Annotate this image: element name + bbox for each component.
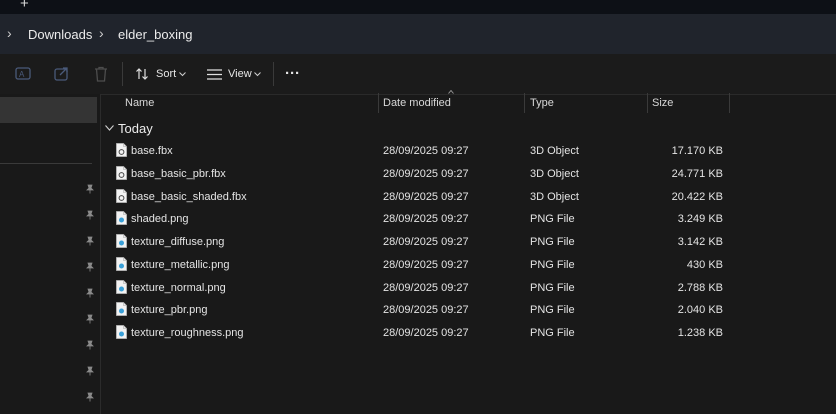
file-row[interactable]: texture_normal.png 28/09/2025 09:27 PNG Fi… [102, 277, 728, 300]
file-row[interactable]: base_basic_pbr.fbx 28/09/2025 09:27 3D Obj… [102, 163, 728, 186]
pin-icon[interactable] [85, 392, 95, 402]
fbx-file-icon [116, 166, 127, 180]
file-size: 3.249 KB [677, 213, 723, 225]
file-date-modified: 28/09/2025 09:27 [383, 236, 469, 248]
file-date-modified: 28/09/2025 09:27 [383, 168, 469, 180]
chevron-down-icon [179, 72, 186, 77]
file-date-modified: 28/09/2025 09:27 [383, 145, 469, 157]
sort-button[interactable]: Sort [135, 67, 187, 83]
file-row[interactable]: texture_diffuse.png 28/09/2025 09:27 PNG F… [102, 231, 728, 254]
file-name: base.fbx [131, 145, 173, 157]
fbx-file-icon [116, 143, 127, 157]
view-button[interactable]: View [207, 67, 262, 83]
pin-icon[interactable] [85, 340, 95, 350]
column-divider[interactable] [729, 93, 730, 113]
file-type: 3D Object [530, 168, 579, 180]
column-divider[interactable] [378, 93, 379, 113]
share-icon[interactable] [53, 65, 71, 83]
file-name: base_basic_shaded.fbx [131, 191, 247, 203]
plus-icon[interactable]: + [20, 0, 29, 11]
file-date-modified: 28/09/2025 09:27 [383, 259, 469, 271]
file-row[interactable]: texture_metallic.png 28/09/2025 09:27 PNG … [102, 254, 728, 277]
file-name: texture_roughness.png [131, 327, 244, 339]
png-file-icon [116, 211, 127, 225]
column-header-name[interactable]: Name [125, 97, 154, 109]
toolbar-divider [122, 62, 123, 86]
file-size: 24.771 KB [671, 168, 723, 180]
file-type: PNG File [530, 282, 575, 294]
pin-icon[interactable] [85, 314, 95, 324]
sort-icon [136, 68, 148, 80]
file-type: PNG File [530, 259, 575, 271]
file-row[interactable]: texture_roughness.png 28/09/2025 09:27 PNG… [102, 322, 728, 345]
column-header-size[interactable]: Size [652, 97, 673, 109]
file-name: texture_normal.png [131, 282, 226, 294]
toolbar-divider [273, 62, 274, 86]
view-icon [207, 69, 222, 80]
file-date-modified: 28/09/2025 09:27 [383, 304, 469, 316]
file-date-modified: 28/09/2025 09:27 [383, 327, 469, 339]
file-size: 430 KB [686, 259, 723, 271]
png-file-icon [116, 302, 127, 316]
file-size: 1.238 KB [677, 327, 723, 339]
file-name: base_basic_pbr.fbx [131, 168, 226, 180]
file-type: PNG File [530, 304, 575, 316]
png-file-icon [116, 325, 127, 339]
file-size: 3.142 KB [677, 236, 723, 248]
svg-text:A: A [19, 70, 25, 79]
file-size: 20.422 KB [671, 191, 723, 203]
chevron-down-icon [254, 72, 261, 77]
file-size: 17.170 KB [671, 145, 723, 157]
column-divider[interactable] [647, 93, 648, 113]
column-divider[interactable] [524, 93, 525, 113]
file-name: texture_diffuse.png [131, 236, 225, 248]
trash-icon[interactable] [92, 65, 110, 83]
file-type: 3D Object [530, 145, 579, 157]
png-file-icon [116, 234, 127, 248]
pin-icon[interactable] [85, 184, 95, 194]
file-row[interactable]: base.fbx 28/09/2025 09:27 3D Object 17.170 … [102, 140, 728, 163]
file-type: PNG File [530, 327, 575, 339]
chevron-right-icon[interactable]: › [99, 25, 104, 41]
file-type: PNG File [530, 236, 575, 248]
pin-icon[interactable] [85, 288, 95, 298]
fbx-file-icon [116, 189, 127, 203]
pin-icon[interactable] [85, 210, 95, 220]
file-date-modified: 28/09/2025 09:27 [383, 282, 469, 294]
chevron-down-icon [105, 125, 114, 131]
file-date-modified: 28/09/2025 09:27 [383, 213, 469, 225]
more-options-icon[interactable]: ··· [285, 65, 300, 82]
command-bar [0, 54, 836, 95]
column-header-date-modified[interactable]: Date modified [383, 97, 451, 109]
sidebar-item-selected[interactable] [0, 97, 97, 123]
file-name: texture_metallic.png [131, 259, 230, 271]
tab-strip [0, 0, 836, 14]
pin-icon[interactable] [85, 366, 95, 376]
pin-icon[interactable] [85, 262, 95, 272]
sort-label: Sort [156, 68, 177, 80]
file-date-modified: 28/09/2025 09:27 [383, 191, 469, 203]
png-file-icon [116, 257, 127, 271]
sidebar-divider [0, 163, 92, 164]
file-size: 2.788 KB [677, 282, 723, 294]
file-row[interactable]: base_basic_shaded.fbx 28/09/2025 09:27 3D … [102, 186, 728, 209]
png-file-icon [116, 280, 127, 294]
breadcrumb-item-current-folder[interactable]: elder_boxing [118, 27, 192, 42]
file-name: texture_pbr.png [131, 304, 208, 316]
file-size: 2.040 KB [677, 304, 723, 316]
file-type: PNG File [530, 213, 575, 225]
rename-icon[interactable]: A [14, 65, 32, 83]
pin-icon[interactable] [85, 236, 95, 246]
file-row[interactable]: shaded.png 28/09/2025 09:27 PNG File 3.249 … [102, 208, 728, 231]
chevron-right-icon[interactable]: › [7, 25, 12, 41]
view-label: View [228, 68, 252, 80]
sort-caret-icon [448, 90, 454, 94]
file-row[interactable]: texture_pbr.png 28/09/2025 09:27 PNG File 2… [102, 299, 728, 322]
column-header-type[interactable]: Type [530, 97, 554, 109]
group-label: Today [118, 121, 153, 136]
file-type: 3D Object [530, 191, 579, 203]
file-name: shaded.png [131, 213, 189, 225]
breadcrumb-item-downloads[interactable]: Downloads [28, 27, 92, 42]
